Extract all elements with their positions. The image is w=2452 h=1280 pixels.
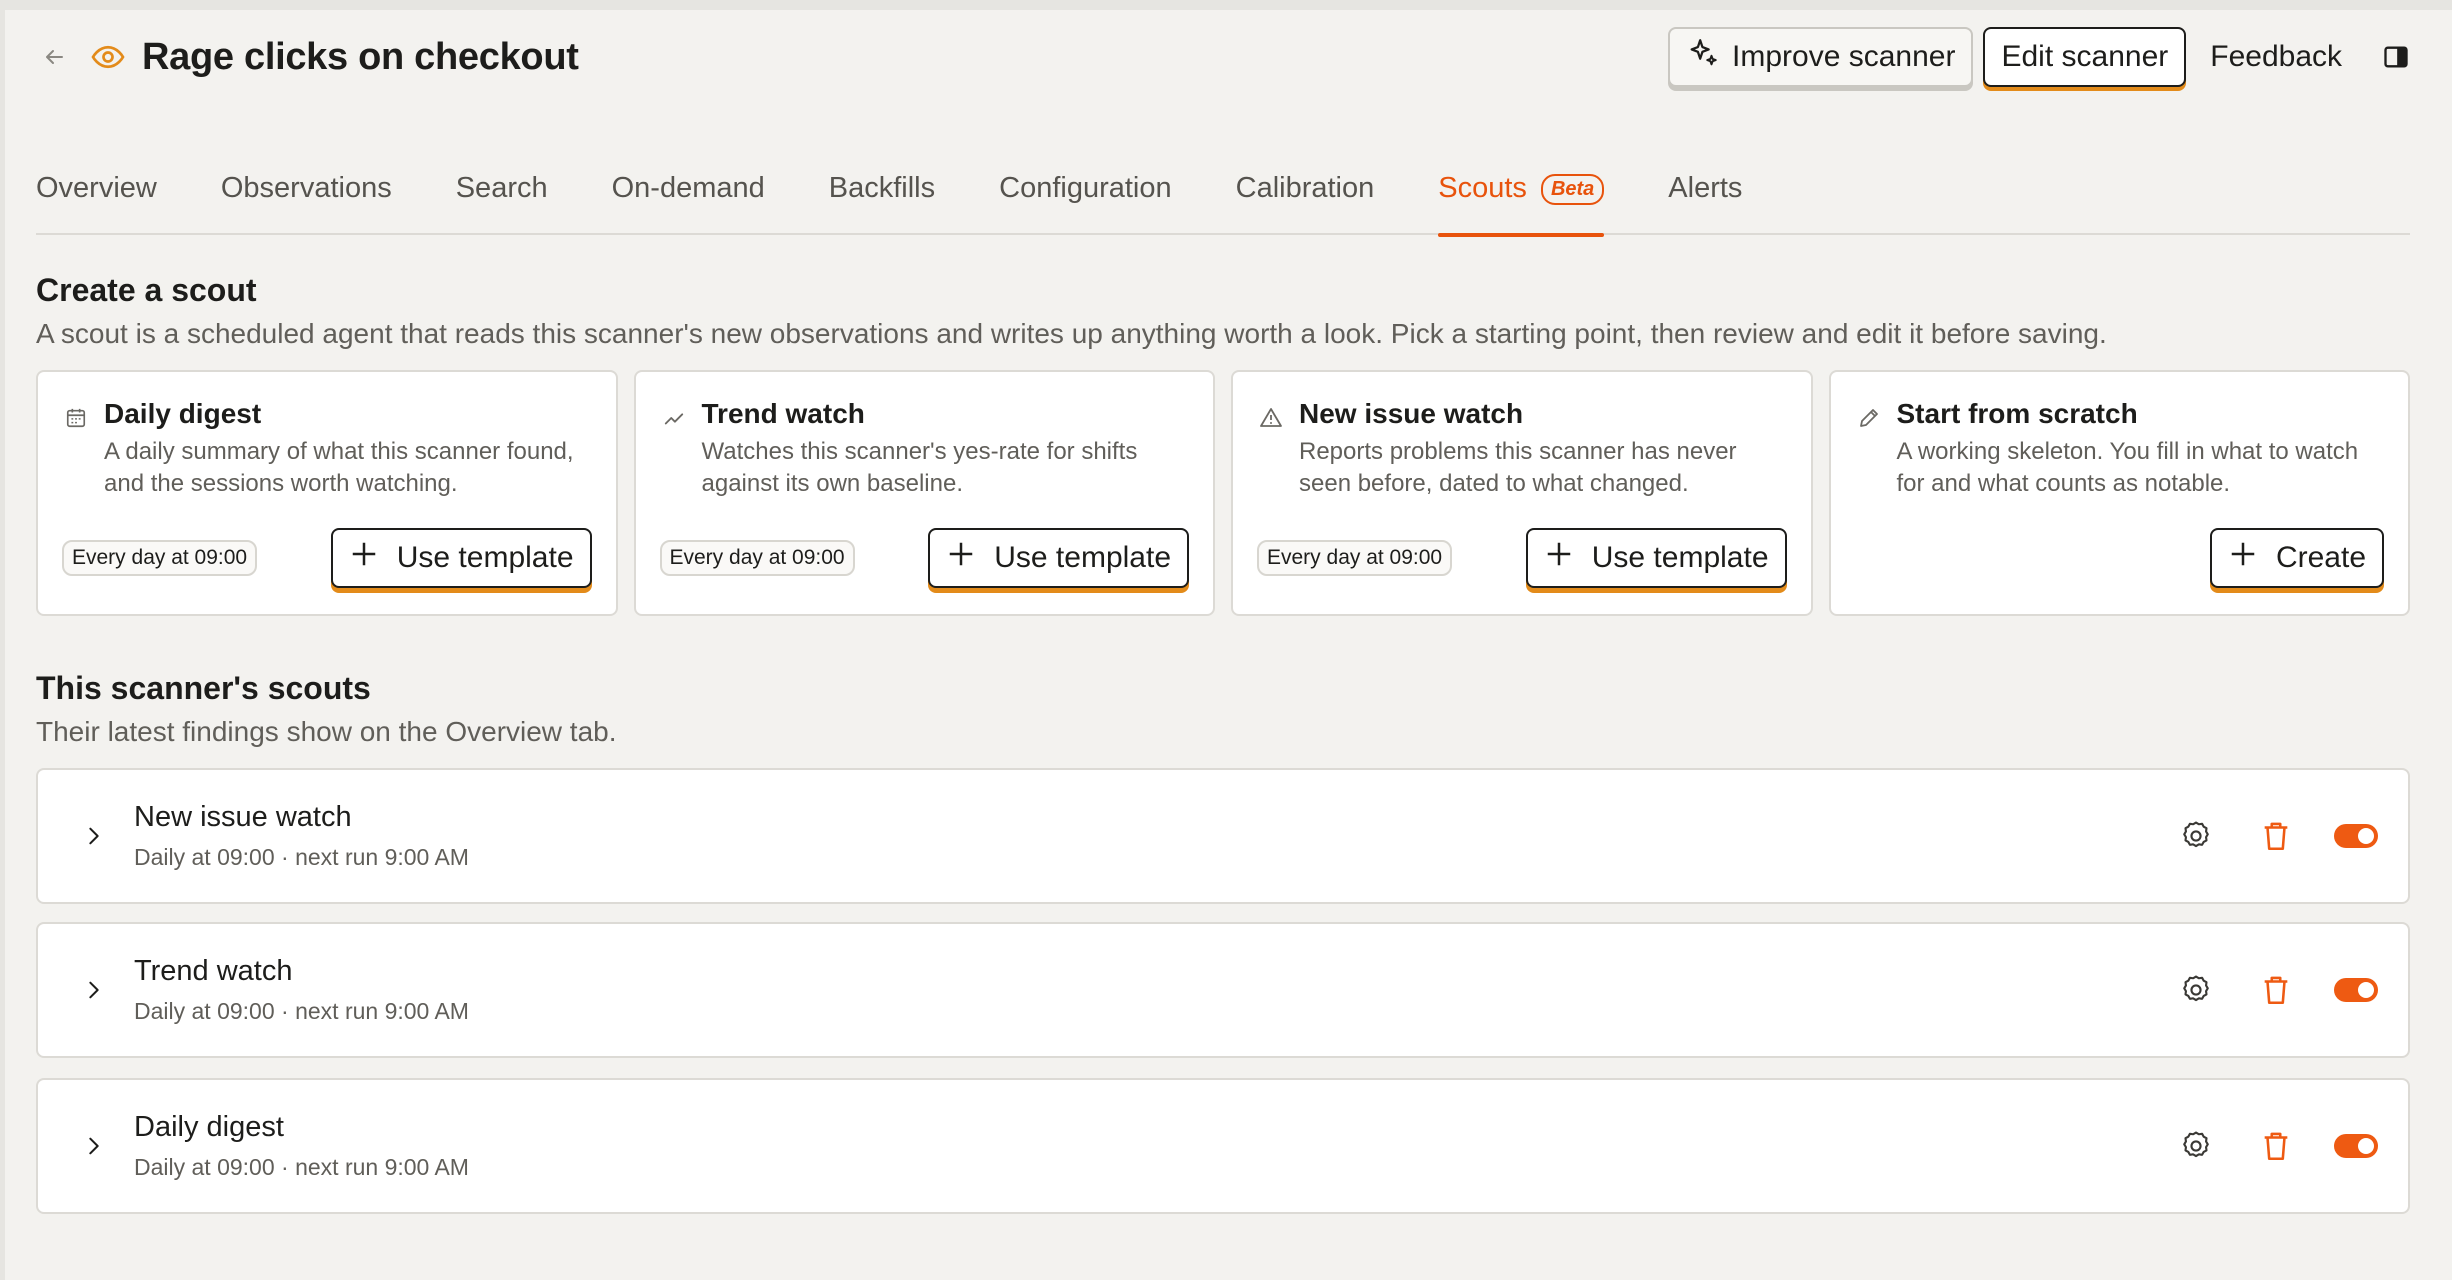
template-description: A working skeleton. You fill in what to … — [1896, 438, 2359, 497]
scout-info: Trend watch Daily at 09:00 · next run 9:… — [134, 955, 469, 1025]
use-template-label: Use template — [396, 541, 574, 574]
scout-schedule: Daily at 09:00 · next run 9:00 AM — [134, 844, 469, 870]
create-label: Create — [2275, 541, 2366, 574]
tab-alerts[interactable]: Alerts — [1668, 160, 1742, 235]
create-scout-title: Create a scout — [36, 272, 257, 308]
tab-label: Overview — [36, 172, 157, 204]
settings-gear-icon[interactable] — [2174, 968, 2218, 1012]
sparkle-icon — [1686, 36, 1720, 78]
scout-name: Daily digest — [134, 1111, 284, 1143]
tab-bar: Overview Observations Search On-demand B… — [36, 160, 2410, 237]
improve-scanner-label: Improve scanner — [1732, 40, 1956, 73]
pencil-icon — [1855, 404, 1883, 432]
scouts-section-description: Their latest findings show on the Overvi… — [36, 716, 617, 747]
template-card-daily-digest: Daily digest A daily summary of what thi… — [36, 370, 618, 616]
tab-backfills[interactable]: Backfills — [829, 160, 935, 235]
template-description: A daily summary of what this scanner fou… — [104, 438, 574, 497]
plus-icon — [349, 539, 379, 577]
scout-schedule: Daily at 09:00 · next run 9:00 AM — [134, 1154, 469, 1180]
scout-enabled-toggle[interactable] — [2334, 1134, 2378, 1158]
template-title: Daily digest — [104, 398, 262, 429]
use-template-label: Use template — [994, 541, 1171, 574]
feedback-button[interactable]: Feedback — [2196, 27, 2356, 87]
improve-scanner-button[interactable]: Improve scanner — [1668, 27, 1974, 87]
scout-actions — [2174, 1124, 2378, 1168]
trash-icon[interactable] — [2254, 1124, 2298, 1168]
scout-row: New issue watch Daily at 09:00 · next ru… — [36, 768, 2410, 904]
tab-observations[interactable]: Observations — [221, 160, 392, 235]
tab-calibration[interactable]: Calibration — [1236, 160, 1375, 235]
chevron-right-icon[interactable] — [74, 816, 114, 856]
tab-on-demand[interactable]: On-demand — [612, 160, 765, 235]
tab-search[interactable]: Search — [456, 160, 548, 235]
create-button[interactable]: Create — [2209, 528, 2384, 588]
trash-icon[interactable] — [2254, 968, 2298, 1012]
scout-schedule: Daily at 09:00 · next run 9:00 AM — [134, 998, 469, 1024]
template-card-new-issue-watch: New issue watch Reports problems this sc… — [1231, 370, 1813, 616]
calendar-icon — [62, 404, 90, 432]
chevron-right-icon[interactable] — [74, 970, 114, 1010]
template-title: Start from scratch — [1896, 398, 2138, 429]
use-template-button[interactable]: Use template — [1525, 528, 1787, 588]
template-title: Trend watch — [701, 398, 865, 429]
tab-label: Alerts — [1668, 172, 1743, 204]
tab-label: Scouts — [1438, 172, 1527, 204]
trend-icon — [660, 404, 688, 432]
use-template-button[interactable]: Use template — [928, 528, 1189, 588]
schedule-badge: Every day at 09:00 — [62, 540, 258, 576]
page-header: Rage clicks on checkout Improve scanner … — [36, 22, 2416, 92]
scout-name: New issue watch — [134, 801, 352, 833]
tab-label: Backfills — [828, 172, 936, 204]
template-card-trend-watch: Trend watch Watches this scanner's yes-r… — [633, 370, 1215, 616]
scout-name: Trend watch — [134, 955, 293, 987]
feedback-label: Feedback — [2210, 40, 2342, 73]
window-top-edge — [0, 0, 2452, 10]
scout-enabled-toggle[interactable] — [2334, 978, 2378, 1002]
scout-actions — [2174, 814, 2378, 858]
eye-icon — [88, 37, 128, 77]
scouts-section-title: This scanner's scouts — [36, 670, 371, 706]
settings-gear-icon[interactable] — [2174, 1124, 2218, 1168]
template-description: Reports problems this scanner has never … — [1299, 438, 1737, 497]
template-title: New issue watch — [1299, 398, 1524, 429]
tab-label: Calibration — [1235, 172, 1375, 204]
plus-icon — [1544, 539, 1574, 577]
tab-label: Observations — [220, 172, 392, 204]
plus-icon — [2228, 539, 2258, 577]
tab-label: Configuration — [999, 172, 1172, 204]
plus-icon — [946, 539, 976, 577]
page: Rage clicks on checkout Improve scanner … — [0, 0, 2452, 1280]
scout-info: Daily digest Daily at 09:00 · next run 9… — [134, 1111, 469, 1181]
schedule-badge: Every day at 09:00 — [659, 540, 855, 576]
template-description: Watches this scanner's yes-rate for shif… — [701, 438, 1138, 497]
use-template-label: Use template — [1591, 541, 1769, 574]
side-panel-toggle-icon[interactable] — [2376, 37, 2416, 77]
use-template-button[interactable]: Use template — [330, 528, 592, 588]
tab-scouts[interactable]: Scouts Beta — [1438, 160, 1605, 237]
template-card-start-from-scratch: Start from scratch A working skeleton. Y… — [1828, 370, 2410, 616]
scout-enabled-toggle[interactable] — [2334, 824, 2378, 848]
scout-actions — [2174, 968, 2378, 1012]
scout-row: Trend watch Daily at 09:00 · next run 9:… — [36, 922, 2410, 1058]
edit-scanner-label: Edit scanner — [2001, 40, 2169, 73]
trash-icon[interactable] — [2254, 814, 2298, 858]
edit-scanner-button[interactable]: Edit scanner — [1983, 27, 2187, 87]
window-left-edge — [0, 0, 5, 1280]
schedule-badge: Every day at 09:00 — [1257, 540, 1453, 576]
scout-row: Daily digest Daily at 09:00 · next run 9… — [36, 1078, 2410, 1214]
create-scout-description: A scout is a scheduled agent that reads … — [36, 318, 2107, 349]
warning-icon — [1257, 404, 1285, 432]
header-actions: Improve scanner Edit scanner Feedback — [1668, 27, 2416, 87]
tab-label: Search — [455, 172, 548, 204]
scout-info: New issue watch Daily at 09:00 · next ru… — [134, 801, 469, 871]
tab-configuration[interactable]: Configuration — [999, 160, 1172, 235]
back-arrow-icon[interactable] — [36, 39, 72, 75]
tab-overview[interactable]: Overview — [36, 160, 157, 235]
page-title: Rage clicks on checkout — [142, 35, 579, 78]
beta-badge: Beta — [1540, 174, 1605, 205]
template-cards: Daily digest A daily summary of what thi… — [36, 370, 2410, 616]
settings-gear-icon[interactable] — [2174, 814, 2218, 858]
tab-label: On-demand — [611, 172, 765, 204]
chevron-right-icon[interactable] — [74, 1126, 114, 1166]
